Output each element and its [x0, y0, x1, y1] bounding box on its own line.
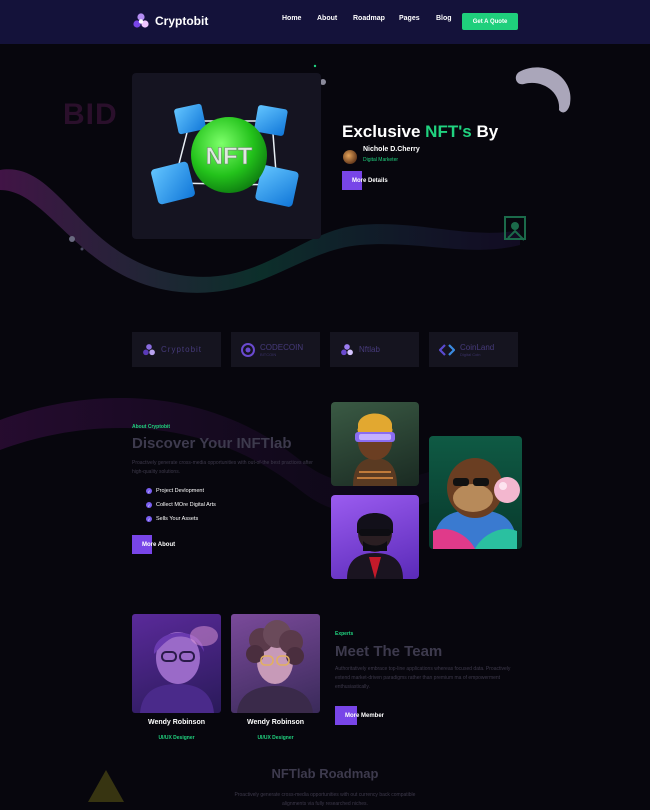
team-member-name-1: Wendy Robinson: [147, 719, 206, 726]
nav-pages[interactable]: Pages: [399, 15, 436, 22]
codecoin-logo-icon: [241, 342, 255, 357]
get-quote-button[interactable]: Get A Quote: [462, 13, 518, 30]
nav-blog[interactable]: Blog: [436, 15, 452, 22]
team-member-name-2: Wendy Robinson: [246, 719, 305, 726]
nft-art-card-masked[interactable]: [331, 495, 419, 579]
brand-logo-nftlab: Nftlab: [330, 332, 419, 367]
brand-logo-codecoin: CODECOIN BITCOIN: [231, 332, 320, 367]
team-title: Meet The Team: [335, 643, 443, 660]
nft-art-card-yellow-hat[interactable]: [331, 402, 419, 486]
check-icon: ✓: [146, 488, 152, 494]
roadmap-title: NFTlab Roadmap: [271, 766, 379, 781]
check-icon: ✓: [146, 516, 152, 522]
main-nav: Home About Roadmap Pages Blog: [282, 15, 452, 22]
more-about-button[interactable]: More About: [132, 535, 175, 554]
nft-gorilla-image: [433, 458, 520, 549]
team-member-role-2: UI/UX Designer: [257, 735, 294, 741]
logo[interactable]: Cryptobit: [132, 12, 208, 30]
more-details-button[interactable]: More Details: [342, 171, 388, 190]
roadmap-text: Proactively generate cross-media opportu…: [234, 792, 416, 807]
team-eyebrow: Experts: [335, 631, 354, 637]
brand-logo-coinland: CoinLand Digital Coin: [429, 332, 518, 367]
author-role: Digital Marketer: [363, 157, 399, 163]
hero-title: Exclusive NFT's By: [342, 122, 499, 141]
about-eyebrow: About Cryptobit: [132, 424, 171, 430]
nav-home[interactable]: Home: [282, 15, 317, 22]
cryptobit-logo-icon: [143, 343, 155, 355]
site-header: Cryptobit Home About Roadmap Pages Blog …: [0, 0, 650, 44]
member-portrait-image: [237, 620, 313, 713]
about-item-3: ✓ Sells Your Assets: [146, 516, 199, 522]
nft-art-card-gorilla[interactable]: [429, 436, 522, 549]
nft-network-icon: NFT: [151, 103, 299, 207]
nft-character-image: [353, 413, 397, 486]
team-member-photo-2[interactable]: [231, 614, 320, 713]
coinland-logo-icon: [439, 343, 455, 356]
logo-icon: [133, 13, 149, 28]
about-item-1: ✓ Project Devlopment: [146, 488, 204, 494]
nav-about[interactable]: About: [317, 15, 353, 22]
about-title: Discover Your INFTlab: [132, 435, 292, 452]
nav-roadmap[interactable]: Roadmap: [353, 15, 399, 22]
member-portrait-image: [140, 626, 218, 713]
check-icon: ✓: [146, 502, 152, 508]
team-member-photo-1[interactable]: [132, 614, 221, 713]
author-name: Nichole D.Cherry: [363, 146, 420, 153]
brand-logo-cryptobit: Cryptobit: [132, 332, 221, 367]
nft-card-label: NFT: [206, 143, 253, 170]
logo-text: Cryptobit: [155, 14, 209, 28]
team-member-role-1: UI/UX Designer: [158, 735, 195, 741]
nftlab-logo-icon: [341, 343, 353, 355]
team-text: Authoritatively embrace top-line applica…: [335, 666, 511, 690]
image-frame-icon: [504, 216, 526, 241]
nft-masked-character-image: [347, 513, 403, 579]
more-member-button[interactable]: More Member: [335, 706, 384, 725]
about-item-2: ✓ Collect MOre Digital Arts: [146, 502, 216, 508]
bid-watermark: BID: [63, 98, 118, 131]
about-text: Proactively generate cross-media opportu…: [132, 460, 313, 475]
author-avatar: [343, 150, 357, 164]
hero-nft-card: NFT: [132, 73, 321, 239]
